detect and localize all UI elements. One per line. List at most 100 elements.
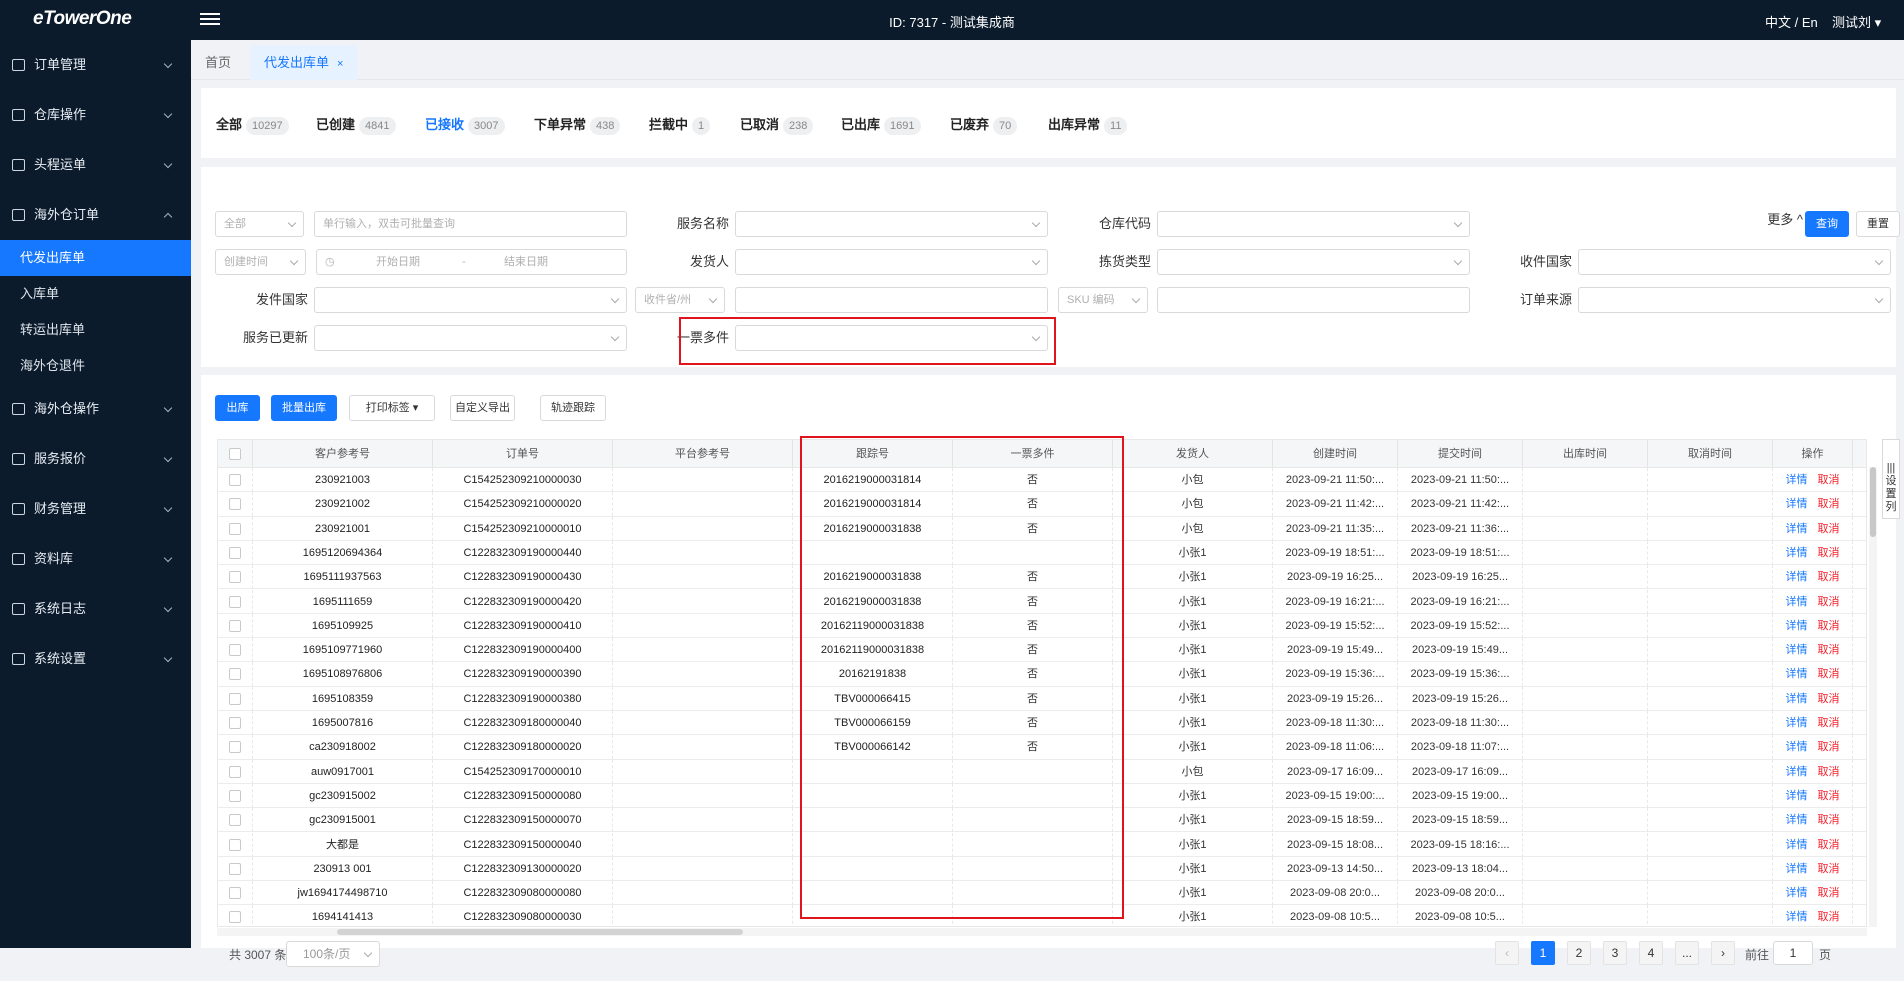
status-tab-cancelled[interactable]: 已取消 238 [740, 114, 814, 135]
detail-link[interactable]: 详情 [1786, 863, 1808, 875]
sidebar-item-overseas-ops[interactable]: 海外仓操作 [0, 384, 191, 434]
row-checkbox[interactable] [218, 808, 253, 833]
cancel-link[interactable]: 取消 [1818, 814, 1840, 826]
sidebar-item-warehouse-ops[interactable]: 仓库操作 [0, 90, 191, 140]
row-checkbox[interactable] [218, 540, 253, 565]
sidebar-sub-transfer-outbound[interactable]: 转运出库单 [0, 312, 191, 348]
sidebar-item-system-log[interactable]: 系统日志 [0, 584, 191, 634]
date-type-select[interactable]: 创建时间 [215, 249, 306, 275]
status-tab-intercepting[interactable]: 拦截中 1 [649, 114, 711, 135]
province-input[interactable] [735, 287, 1048, 313]
language-switch[interactable]: 中文 / En [1765, 12, 1818, 31]
pick-type-select[interactable] [1157, 249, 1470, 275]
cancel-link[interactable]: 取消 [1818, 523, 1840, 535]
cancel-link[interactable]: 取消 [1818, 620, 1840, 632]
detail-link[interactable]: 详情 [1786, 741, 1808, 753]
row-checkbox[interactable] [218, 783, 253, 808]
row-checkbox[interactable] [218, 589, 253, 614]
batch-search-input[interactable]: 单行输入，双击可批量查询 [314, 211, 627, 237]
cancel-link[interactable]: 取消 [1818, 596, 1840, 608]
horizontal-scrollbar[interactable] [217, 928, 1867, 936]
detail-link[interactable]: 详情 [1786, 547, 1808, 559]
detail-link[interactable]: 详情 [1786, 571, 1808, 583]
print-label-dropdown[interactable]: 打印标签 ▾ [349, 395, 435, 421]
sidebar-item-first-leg[interactable]: 头程运单 [0, 140, 191, 190]
row-checkbox[interactable] [218, 759, 253, 784]
detail-link[interactable]: 详情 [1786, 790, 1808, 802]
page-button[interactable]: 3 [1603, 941, 1627, 965]
cancel-link[interactable]: 取消 [1818, 839, 1840, 851]
page-button[interactable]: 1 [1531, 941, 1555, 965]
query-button[interactable]: 查询 [1805, 211, 1849, 237]
detail-link[interactable]: 详情 [1786, 766, 1808, 778]
detail-link[interactable]: 详情 [1786, 887, 1808, 899]
sidebar-item-library[interactable]: 资料库 [0, 534, 191, 584]
detail-link[interactable]: 详情 [1786, 644, 1808, 656]
status-tab-all[interactable]: 全部 10297 [216, 114, 289, 135]
warehouse-code-select[interactable] [1157, 211, 1470, 237]
cancel-link[interactable]: 取消 [1818, 863, 1840, 875]
user-menu[interactable]: 测试刘 ▾ [1832, 12, 1881, 31]
sku-input[interactable] [1157, 287, 1470, 313]
row-checkbox[interactable] [218, 856, 253, 881]
column-settings-button[interactable]: ||| 设置列 [1882, 439, 1900, 519]
status-tab-created[interactable]: 已创建 4841 [316, 114, 396, 135]
status-tab-discarded[interactable]: 已废弃 70 [950, 114, 1018, 135]
cancel-link[interactable]: 取消 [1818, 766, 1840, 778]
row-checkbox[interactable] [218, 492, 253, 517]
row-checkbox[interactable] [218, 905, 253, 926]
sidebar-item-finance[interactable]: 财务管理 [0, 484, 191, 534]
status-tab-received[interactable]: 已接收 3007 [425, 114, 505, 135]
detail-link[interactable]: 详情 [1786, 814, 1808, 826]
status-tab-outbound-error[interactable]: 出库异常 11 [1048, 114, 1128, 135]
cancel-link[interactable]: 取消 [1818, 790, 1840, 802]
cancel-link[interactable]: 取消 [1818, 644, 1840, 656]
row-checkbox[interactable] [218, 565, 253, 590]
cancel-link[interactable]: 取消 [1818, 741, 1840, 753]
page-button[interactable]: 2 [1567, 941, 1591, 965]
row-checkbox[interactable] [218, 832, 253, 857]
row-checkbox[interactable] [218, 662, 253, 687]
row-checkbox[interactable] [218, 468, 253, 492]
track-button[interactable]: 轨迹跟踪 [540, 395, 606, 421]
detail-link[interactable]: 详情 [1786, 717, 1808, 729]
reset-button[interactable]: 重置 [1856, 211, 1900, 237]
sidebar-sub-inbound[interactable]: 入库单 [0, 276, 191, 312]
cancel-link[interactable]: 取消 [1818, 474, 1840, 486]
page-button[interactable]: ... [1675, 941, 1699, 965]
detail-link[interactable]: 详情 [1786, 596, 1808, 608]
tab-home[interactable]: 首页 [191, 45, 245, 80]
page-button[interactable]: 4 [1639, 941, 1663, 965]
cancel-link[interactable]: 取消 [1818, 668, 1840, 680]
cancel-link[interactable]: 取消 [1818, 693, 1840, 705]
select-all-checkbox[interactable] [218, 440, 253, 468]
vertical-scrollbar[interactable] [1869, 467, 1877, 927]
row-checkbox[interactable] [218, 711, 253, 735]
more-toggle[interactable]: 更多 ^ [1743, 207, 1803, 233]
row-checkbox[interactable] [218, 735, 253, 760]
row-checkbox[interactable] [218, 686, 253, 711]
sidebar-item-system-settings[interactable]: 系统设置 [0, 634, 191, 684]
recv-country-select[interactable] [1578, 249, 1891, 275]
row-checkbox[interactable] [218, 881, 253, 906]
cancel-link[interactable]: 取消 [1818, 498, 1840, 510]
service-updated-select[interactable] [314, 325, 627, 351]
prev-page-button[interactable]: ‹ [1495, 941, 1519, 965]
page-size-select[interactable]: 100条/页 [286, 941, 380, 967]
custom-export-button[interactable]: 自定义导出 [450, 395, 515, 421]
shipper-select[interactable] [735, 249, 1048, 275]
cancel-link[interactable]: 取消 [1818, 717, 1840, 729]
order-source-select[interactable] [1578, 287, 1891, 313]
close-icon[interactable]: × [337, 58, 343, 70]
menu-toggle-icon[interactable] [200, 10, 220, 30]
sidebar-sub-dropship-outbound[interactable]: 代发出库单 [0, 240, 191, 276]
next-page-button[interactable]: › [1711, 941, 1735, 965]
detail-link[interactable]: 详情 [1786, 474, 1808, 486]
sidebar-item-quotes[interactable]: 服务报价 [0, 434, 191, 484]
province-select[interactable]: 收件省/州 [635, 287, 725, 313]
detail-link[interactable]: 详情 [1786, 668, 1808, 680]
detail-link[interactable]: 详情 [1786, 523, 1808, 535]
cancel-link[interactable]: 取消 [1818, 911, 1840, 923]
detail-link[interactable]: 详情 [1786, 498, 1808, 510]
sku-select[interactable]: SKU 编码 [1058, 287, 1148, 313]
